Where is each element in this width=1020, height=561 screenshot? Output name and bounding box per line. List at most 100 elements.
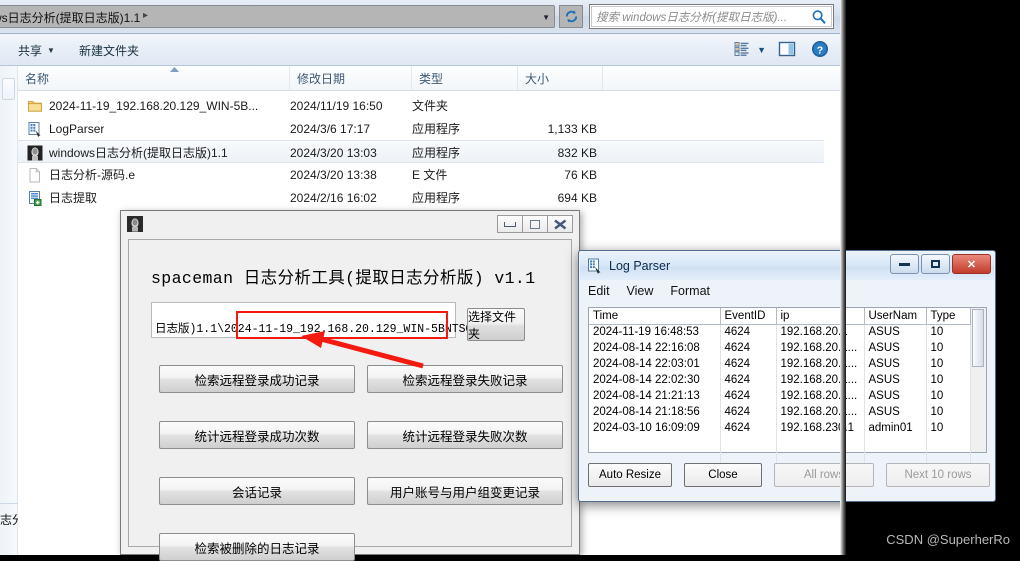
folder-path-field[interactable]: 日志版)1.1\2024-11-19_192.168.20.129_WIN-5B… — [151, 302, 507, 339]
address-dropdown-chevron-down-icon[interactable]: ▼ — [542, 13, 550, 22]
table-row[interactable]: 2024-08-14 21:18:56 4624 192.168.20.1... AS… — [589, 404, 971, 420]
file-size-cell: 76 KB — [564, 167, 597, 182]
view-mode-icon[interactable] — [732, 39, 754, 61]
file-name-label: 日志提取 — [49, 191, 98, 205]
svg-text:?: ? — [817, 45, 823, 57]
scrollbar-thumb[interactable] — [972, 309, 984, 367]
application-icon — [27, 121, 43, 137]
grid-vertical-scrollbar[interactable] — [971, 307, 987, 453]
column-header-type-label: 类型 — [419, 72, 444, 86]
close-grid-button[interactable]: Close — [684, 463, 762, 487]
column-header-date[interactable]: 修改日期 — [290, 66, 412, 90]
navigation-pane-handle[interactable] — [2, 78, 15, 100]
cell-ip: 192.168.20.1... — [776, 388, 865, 404]
screen-edge-divider — [840, 0, 846, 555]
minimize-button[interactable] — [497, 215, 523, 233]
cell-ip: 192.168.230.1 — [776, 420, 865, 436]
file-name-label: windows日志分析(提取日志版)1.1 — [49, 146, 228, 160]
search-remote-login-failure-button[interactable]: 检索远程登录失败记录 — [367, 365, 563, 393]
breadcrumb-chevron-right-icon[interactable]: ▸ — [143, 10, 148, 21]
choose-folder-button[interactable]: 选择文件夹 — [467, 308, 525, 341]
dialog-title-bar[interactable] — [121, 211, 579, 237]
cell-type: 10 — [926, 356, 971, 372]
table-row[interactable]: 2024-11-19 16:48:53 4624 192.168.20.1 ASUS 1… — [589, 324, 971, 340]
cell-username: ASUS — [864, 340, 927, 356]
cell-ip: 192.168.20.1... — [776, 372, 865, 388]
menu-item-view[interactable]: View — [627, 284, 654, 298]
grid-col-ip[interactable]: ip — [776, 308, 865, 325]
account-group-changes-button[interactable]: 用户账号与用户组变更记录 — [367, 477, 563, 505]
table-row[interactable]: 2024-08-14 22:03:01 4624 192.168.20.1... AS… — [589, 356, 971, 372]
close-button[interactable] — [547, 215, 573, 233]
breadcrumb-text: ws日志分析(提取日志版)1.1 — [0, 11, 141, 25]
table-row[interactable]: 2024-11-19_192.168.20.129_WIN-5B... 2024… — [18, 94, 824, 117]
log-results-grid[interactable]: Time EventID ip UserNam Type 2024-11-19 … — [588, 307, 971, 468]
new-folder-button[interactable]: 新建文件夹 — [75, 41, 143, 60]
file-size-cell: 832 KB — [557, 145, 597, 160]
button-label: 统计远程登录成功次数 — [194, 429, 320, 444]
table-row[interactable]: 2024-08-14 22:02:30 4624 192.168.20.1... AS… — [589, 372, 971, 388]
menu-item-format[interactable]: Format — [670, 284, 710, 298]
minimize-button[interactable] — [890, 254, 919, 274]
table-row[interactable]: 2024-03-10 16:09:09 4624 192.168.230.1 admi… — [589, 420, 971, 436]
count-remote-login-success-button[interactable]: 统计远程登录成功次数 — [159, 421, 355, 449]
button-label: 检索远程登录失败记录 — [402, 373, 528, 388]
table-row[interactable]: 2024-08-14 21:21:13 4624 192.168.20.1... AS… — [589, 388, 971, 404]
share-button[interactable]: 共享 ▼ — [14, 41, 59, 60]
file-date-cell: 2024/2/16 16:02 — [290, 190, 377, 205]
table-row[interactable]: 2024-08-14 22:16:08 4624 192.168.20.1... AS… — [589, 340, 971, 356]
column-header-size[interactable]: 大小 — [518, 66, 603, 90]
cell-time: 2024-08-14 21:18:56 — [589, 404, 721, 420]
preview-pane-icon[interactable] — [777, 39, 799, 61]
auto-resize-button[interactable]: Auto Resize — [588, 463, 672, 487]
table-row[interactable]: 日志分析-源码.e 2024/3/20 13:38 E 文件 76 KB — [18, 163, 824, 186]
search-input[interactable]: 搜索 windows日志分析(提取日志版)... — [596, 9, 811, 25]
cell-type: 10 — [926, 388, 971, 404]
cell-eventid: 4624 — [720, 340, 777, 356]
close-button[interactable]: ✕ — [952, 254, 991, 274]
log-parser-button-bar: Auto Resize Close All rows Next 10 rows — [588, 463, 990, 487]
file-name-cell: LogParser — [27, 117, 104, 140]
file-type-cell: 文件夹 — [412, 99, 449, 113]
auto-resize-label: Auto Resize — [599, 469, 662, 481]
table-row[interactable]: LogParser 2024/3/6 17:17 应用程序 1,133 KB — [18, 117, 824, 140]
file-size-cell: 694 KB — [557, 190, 597, 205]
cell-eventid: 4624 — [720, 324, 777, 340]
breadcrumb-bar[interactable]: ws日志分析(提取日志版)1.1 ▸ ▼ — [0, 5, 555, 28]
maximize-button[interactable] — [522, 215, 548, 233]
grid-col-username[interactable]: UserNam — [864, 308, 927, 325]
file-date-cell: 2024/3/6 17:17 — [290, 121, 371, 136]
file-name-label: 2024-11-19_192.168.20.129_WIN-5B... — [49, 98, 259, 113]
grid-col-eventid[interactable]: EventID — [720, 308, 777, 325]
maximize-button[interactable] — [921, 254, 950, 274]
cell-username: ASUS — [864, 372, 927, 388]
command-toolbar: 共享 ▼ 新建文件夹 ▼ ? — [0, 34, 840, 66]
session-records-button[interactable]: 会话记录 — [159, 477, 355, 505]
grid-col-type[interactable]: Type — [926, 308, 971, 325]
search-remote-login-success-button[interactable]: 检索远程登录成功记录 — [159, 365, 355, 393]
table-row[interactable]: windows日志分析(提取日志版)1.1 2024/3/20 13:03 应用… — [18, 140, 824, 163]
search-deleted-log-records-button[interactable]: 检索被删除的日志记录 — [159, 533, 355, 561]
table-row[interactable] — [589, 436, 971, 452]
file-size-cell: 1,133 KB — [547, 121, 597, 136]
file-type-cell: 应用程序 — [412, 191, 461, 205]
refresh-icon[interactable] — [559, 5, 583, 28]
dialog-body: spaceman 日志分析工具(提取日志分析版) v1.1 日志版)1.1\20… — [128, 239, 572, 561]
table-row[interactable]: 日志提取 2024/2/16 16:02 应用程序 694 KB — [18, 186, 824, 209]
search-box[interactable]: 搜索 windows日志分析(提取日志版)... — [589, 4, 834, 29]
count-remote-login-failure-button[interactable]: 统计远程登录失败次数 — [367, 421, 563, 449]
column-header-type[interactable]: 类型 — [412, 66, 518, 90]
folder-icon — [27, 98, 43, 114]
cell-type: 10 — [926, 404, 971, 420]
cell-eventid: 4624 — [720, 356, 777, 372]
log-parser-title-bar[interactable]: Log Parser ✕ — [580, 252, 994, 280]
column-header-name[interactable]: 名称 — [18, 66, 290, 90]
cell-time: 2024-08-14 22:16:08 — [589, 340, 721, 356]
view-mode-chevron-down-icon[interactable]: ▼ — [757, 45, 766, 55]
help-icon[interactable]: ? — [810, 39, 832, 61]
path-highlight-annotation — [236, 311, 448, 339]
cell-eventid: 4624 — [720, 404, 777, 420]
menu-item-edit[interactable]: Edit — [588, 284, 610, 298]
choose-folder-label: 选择文件夹 — [468, 309, 517, 341]
grid-col-time[interactable]: Time — [589, 308, 721, 325]
